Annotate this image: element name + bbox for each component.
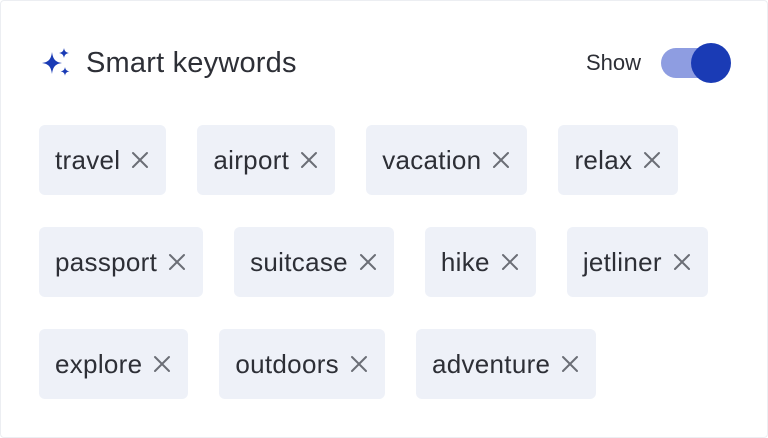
keyword-tag[interactable]: vacation: [366, 125, 528, 195]
close-icon[interactable]: [358, 252, 378, 272]
close-icon[interactable]: [491, 150, 511, 170]
tag-label: vacation: [382, 144, 482, 175]
keyword-tag[interactable]: outdoors: [219, 329, 385, 399]
close-icon[interactable]: [299, 150, 319, 170]
tag-label: adventure: [431, 348, 551, 379]
tag-label: explore: [55, 348, 143, 379]
close-icon[interactable]: [672, 252, 692, 272]
close-icon[interactable]: [349, 354, 369, 374]
keyword-tag[interactable]: airport: [197, 125, 336, 195]
toggle-knob: [691, 43, 731, 83]
keyword-tag[interactable]: adventure: [415, 329, 597, 399]
show-toggle[interactable]: [661, 43, 731, 83]
tag-label: outdoors: [235, 348, 339, 379]
tag-label: suitcase: [250, 246, 348, 277]
close-icon[interactable]: [642, 150, 662, 170]
keyword-tag[interactable]: travel: [39, 125, 167, 195]
toggle-label: Show: [585, 50, 641, 75]
keyword-tag[interactable]: suitcase: [234, 227, 394, 297]
keyword-tag[interactable]: explore: [39, 329, 189, 399]
smart-keywords-card: Smart keywords Show travel airport vacat…: [0, 0, 768, 438]
tag-row: explore outdoors adventure: [39, 329, 739, 401]
keyword-tag[interactable]: jetliner: [566, 227, 708, 297]
tag-label: jetliner: [582, 246, 662, 277]
tag-label: passport: [55, 246, 158, 277]
tag-row: passport suitcase hike jetliner: [39, 227, 739, 299]
show-toggle-group: Show: [586, 43, 731, 83]
tag-label: travel: [55, 144, 121, 175]
tag-label: airport: [213, 144, 290, 175]
card-title: Smart keywords: [86, 46, 297, 79]
close-icon[interactable]: [560, 354, 580, 374]
keyword-tag[interactable]: hike: [424, 227, 536, 297]
card-header: Smart keywords Show: [38, 41, 731, 85]
keyword-tag[interactable]: passport: [39, 227, 204, 297]
keyword-tag[interactable]: relax: [558, 125, 679, 195]
close-icon[interactable]: [130, 150, 150, 170]
close-icon[interactable]: [500, 252, 520, 272]
tag-row: travel airport vacation relax: [39, 125, 739, 197]
tag-label: hike: [440, 246, 490, 277]
keyword-tags: travel airport vacation relax passport s…: [39, 125, 739, 431]
close-icon[interactable]: [152, 354, 172, 374]
sparkle-icon: [42, 48, 70, 76]
title-group: Smart keywords: [38, 46, 297, 80]
close-icon[interactable]: [167, 252, 187, 272]
tag-label: relax: [574, 144, 633, 175]
